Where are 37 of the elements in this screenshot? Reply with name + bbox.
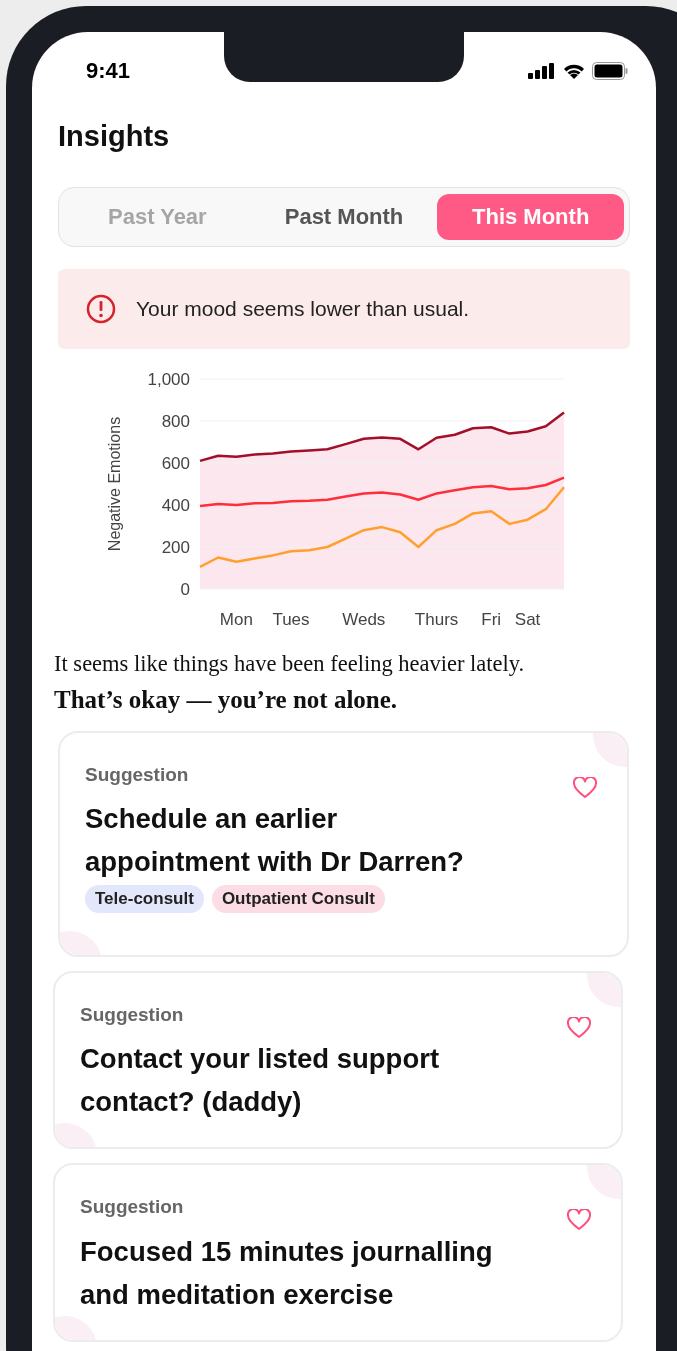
heart-icon[interactable] [567, 1016, 591, 1039]
y-tick-label: 200 [161, 537, 190, 557]
suggestion-label: Suggestion [85, 762, 190, 787]
y-tick-label: 0 [180, 579, 190, 599]
y-axis-label: Negative Emotions [106, 416, 123, 551]
encouragement-headline: That’s okay — you’re not alone. [54, 684, 399, 715]
period-tab[interactable]: Past Month [250, 193, 438, 240]
suggestion-title: Contact your listed support contact? (daddy) [80, 1042, 441, 1119]
suggestion-card[interactable]: Suggestion Focused 15 minutes journalling and meditation exercise [53, 1163, 623, 1342]
suggestion-card[interactable]: Suggestion Contact your listed support contact? (daddy) [53, 970, 623, 1149]
tag: Tele-consult [85, 885, 204, 913]
x-tick-label: Weds [342, 609, 386, 629]
page-title: Insights [58, 119, 171, 154]
tag: Outpatient Consult [211, 885, 385, 913]
suggestion-label: Suggestion [80, 1195, 185, 1219]
suggestion-card[interactable]: Suggestion Schedule an earlier appointment with Dr Darren? Tele-consult Outpatient Consult [58, 730, 629, 957]
suggestion-title: Focused 15 minutes journalling and meditation exercise [80, 1234, 494, 1312]
x-tick-label: Sat [514, 609, 541, 629]
x-tick-label: Mon [219, 609, 253, 629]
wifi-icon [562, 62, 586, 79]
heart-icon[interactable] [573, 776, 597, 799]
y-tick-label: 600 [161, 453, 190, 473]
suggestion-title: Schedule an earlier appointment with Dr Darren? [85, 802, 465, 879]
y-tick-label: 400 [161, 495, 190, 515]
x-tick-label: Fri [481, 609, 502, 629]
heart-icon[interactable] [567, 1209, 591, 1231]
suggestion-label: Suggestion [80, 1002, 185, 1027]
battery-icon [592, 61, 628, 80]
y-tick-label: 1,000 [147, 369, 190, 389]
x-tick-label: Tues [272, 609, 310, 629]
alert-icon [86, 293, 116, 324]
status-time: 9:41 [86, 57, 131, 85]
alert-message: Your mood seems lower than usual. [136, 295, 470, 322]
encouragement-text: It seems like things have been feeling heavier lately. [54, 649, 526, 678]
signal-icon [528, 62, 556, 79]
x-tick-label: Thurs [414, 609, 459, 629]
y-tick-label: 800 [161, 411, 190, 431]
